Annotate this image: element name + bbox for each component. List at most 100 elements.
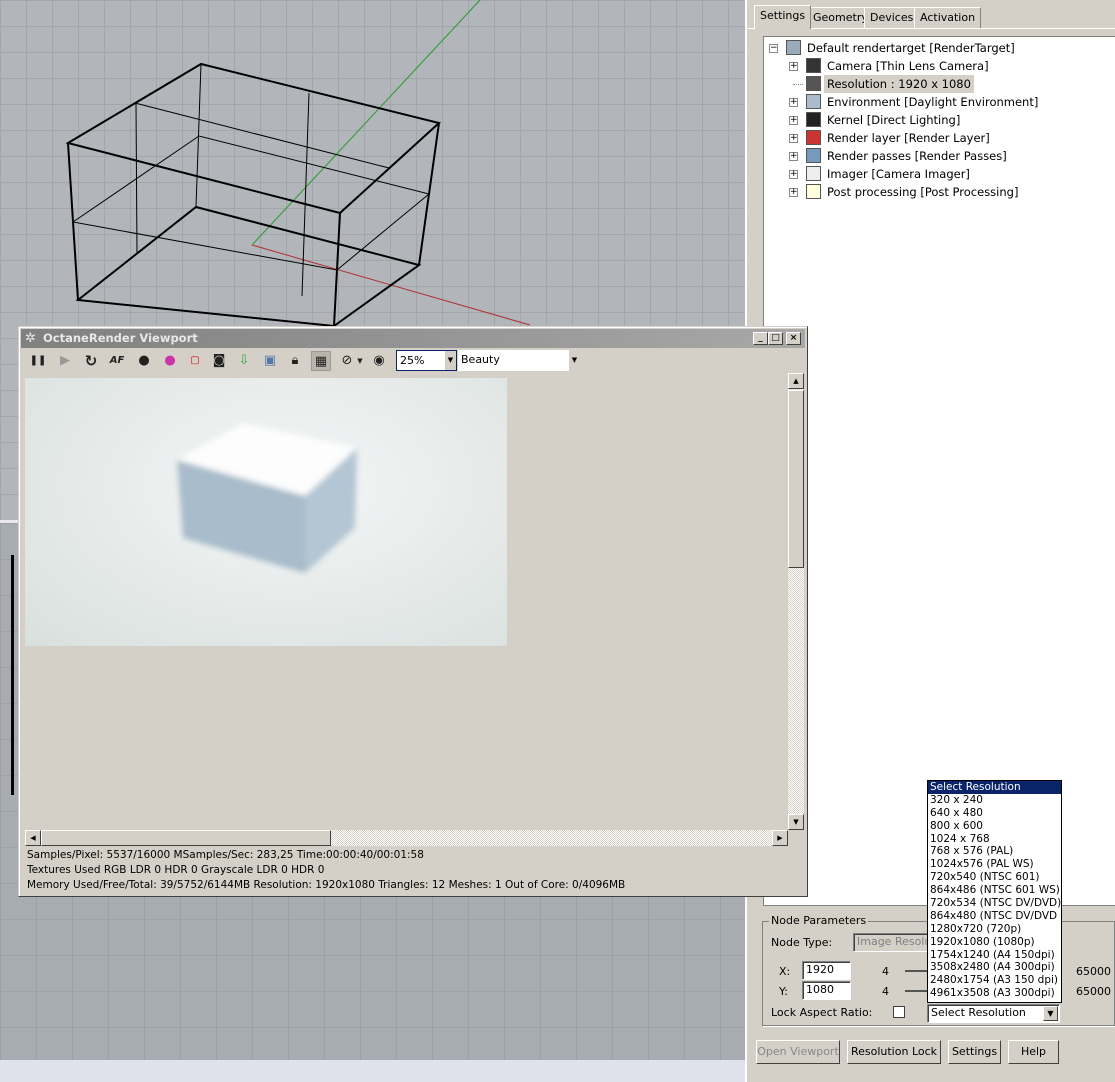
dropdown-option[interactable]: 1024 x 768 [928,833,1061,846]
zoom-value: 25% [400,354,425,367]
tree-node-label: Render passes [Render Passes] [827,149,1007,163]
lock-icon[interactable]: 🔒︎ [285,351,305,371]
render-settings-icon[interactable]: ◉ [369,351,389,371]
expand-icon[interactable]: + [789,152,798,161]
collapse-icon[interactable]: − [769,44,778,53]
tab-activation[interactable]: Activation [914,7,982,28]
rendered-cube [177,423,357,573]
tree-node-label: Environment [Daylight Environment] [827,95,1039,109]
dropdown-option[interactable]: 1024x576 (PAL WS) [928,858,1061,871]
tree-node[interactable]: Resolution : 1920 x 1080 [764,75,1114,93]
dropdown-option[interactable]: 1280x720 (720p) [928,923,1061,936]
tree-node[interactable]: + Render passes [Render Passes] [764,147,1114,165]
tree-node[interactable]: + Environment [Daylight Environment] [764,93,1114,111]
y-max: 65000 [1076,985,1111,998]
window-title-bar[interactable]: ✲ OctaneRender Viewport _ □ × [21,329,805,348]
resolution-lock-button[interactable]: Resolution Lock [847,1040,941,1064]
autofocus-picker-icon[interactable]: AF [107,351,127,371]
settings-button[interactable]: Settings [948,1040,1001,1064]
lock-aspect-label: Lock Aspect Ratio: [771,1006,873,1019]
vertical-scrollbar[interactable]: ▲ ▼ [788,373,804,830]
color-picker-icon[interactable]: ● [160,351,180,371]
tree-node[interactable]: + Render layer [Render Layer] [764,129,1114,147]
tree-node-label: Camera [Thin Lens Camera] [827,59,989,73]
dropdown-option[interactable]: 2480x1754 (A3 150 dpi) [928,974,1061,987]
render-pass-select[interactable]: Beauty ▼ [458,350,580,371]
tab-devices[interactable]: Devices [864,7,920,28]
expand-icon[interactable]: + [789,98,798,107]
kernel-icon [806,112,821,127]
dropdown-option[interactable]: 320 x 240 [928,794,1061,807]
dropdown-option[interactable]: 720x540 (NTSC 601) [928,871,1061,884]
scroll-up-button[interactable]: ▲ [788,373,804,389]
chevron-down-icon[interactable]: ▼ [569,350,580,371]
y-input[interactable]: 1080 [802,981,851,1000]
resolution-select[interactable]: Select Resolution ▼ [927,1004,1060,1023]
close-button[interactable]: × [786,332,801,345]
vertical-scroll-thumb[interactable] [788,390,804,568]
tree-node-label: Render layer [Render Layer] [827,131,990,145]
y-label: Y: [779,985,788,998]
clay-mode-icon[interactable]: ⊘ [337,351,357,371]
resolution-dropdown-list[interactable]: Select Resolution 320 x 240 640 x 480 800 x… [927,780,1062,1003]
dropdown-option[interactable]: 4961x3508 (A3 300dpi) [928,987,1061,1000]
expand-icon[interactable]: + [789,170,798,179]
tab-settings[interactable]: Settings [754,5,812,29]
dropdown-option[interactable]: 864x480 (NTSC DV/DVD WS) [928,910,1061,923]
help-button[interactable]: Help [1008,1040,1059,1064]
status-memory: Memory Used/Free/Total: 39/5752/6144MB R… [27,879,626,891]
render-layer-icon [806,130,821,145]
dropdown-option[interactable]: 1920x1080 (1080p) [928,936,1061,949]
chevron-down-icon[interactable]: ▼ [445,351,456,370]
scroll-right-button[interactable]: ▶ [772,830,788,846]
scroll-left-button[interactable]: ◀ [25,830,41,846]
maximize-button[interactable]: □ [768,332,783,345]
lock-aspect-checkbox[interactable] [893,1006,905,1018]
horizontal-scroll-thumb[interactable] [41,830,331,846]
status-samples: Samples/Pixel: 5537/16000 MSamples/Sec: … [27,849,424,861]
pause-button[interactable]: ❚❚ [28,351,48,371]
import-icon[interactable]: ⇩ [234,351,254,371]
post-processing-icon [806,184,821,199]
dropdown-option[interactable]: Select Resolution [928,781,1061,794]
tree-node-label: Imager [Camera Imager] [827,167,970,181]
open-viewport-button[interactable]: Open Viewport [756,1040,840,1064]
tree-node[interactable]: − Default rendertarget [RenderTarget] [764,39,1114,57]
grid-view-icon[interactable]: ▦ [311,351,331,371]
chevron-down-icon[interactable]: ▼ [355,351,365,371]
tree-node[interactable]: + Kernel [Direct Lighting] [764,111,1114,129]
dropdown-option[interactable]: 768 x 576 (PAL) [928,845,1061,858]
zoom-select[interactable]: 25% ▼ [396,350,457,371]
dropdown-option[interactable]: 864x486 (NTSC 601 WS) [928,884,1061,897]
render-pass-value: Beauty [461,353,500,366]
expand-icon[interactable]: + [789,116,798,125]
x-input[interactable]: 1920 [802,961,851,980]
dropdown-option[interactable]: 720x534 (NTSC DV/DVD) [928,897,1061,910]
node-tree[interactable]: − Default rendertarget [RenderTarget] + Cam… [763,36,1115,906]
dropdown-option[interactable]: 640 x 480 [928,807,1061,820]
x-max: 65000 [1076,965,1111,978]
material-picker-icon[interactable]: ● [134,351,154,371]
play-button[interactable]: ▶ [55,351,75,371]
expand-icon[interactable]: + [789,188,798,197]
dropdown-option[interactable]: 1754x1240 (A4 150dpi) [928,949,1061,962]
tree-node[interactable]: + Imager [Camera Imager] [764,165,1114,183]
tree-node-label: Post processing [Post Processing] [827,185,1019,199]
restart-button[interactable]: ↻ [81,351,101,371]
minimize-button[interactable]: _ [753,332,768,345]
export-passes-icon[interactable]: ▣ [260,351,280,371]
camera-snapshot-icon[interactable]: ◙ [209,351,229,371]
resolution-select-value: Select Resolution [931,1006,1026,1019]
tree-node[interactable]: + Post processing [Post Processing] [764,183,1114,201]
chevron-down-icon[interactable]: ▼ [1043,1006,1058,1021]
dropdown-option[interactable]: 3508x2480 (A4 300dpi) [928,961,1061,974]
environment-icon [806,94,821,109]
dropdown-option[interactable]: 800 x 600 [928,820,1061,833]
expand-icon[interactable]: + [789,134,798,143]
horizontal-scrollbar[interactable]: ◀ ▶ [25,830,788,846]
tree-node[interactable]: + Camera [Thin Lens Camera] [764,57,1114,75]
x-min: 4 [882,965,889,978]
expand-icon[interactable]: + [789,62,798,71]
scroll-down-button[interactable]: ▼ [788,814,804,830]
region-picker-icon[interactable]: ▢ [185,351,205,371]
